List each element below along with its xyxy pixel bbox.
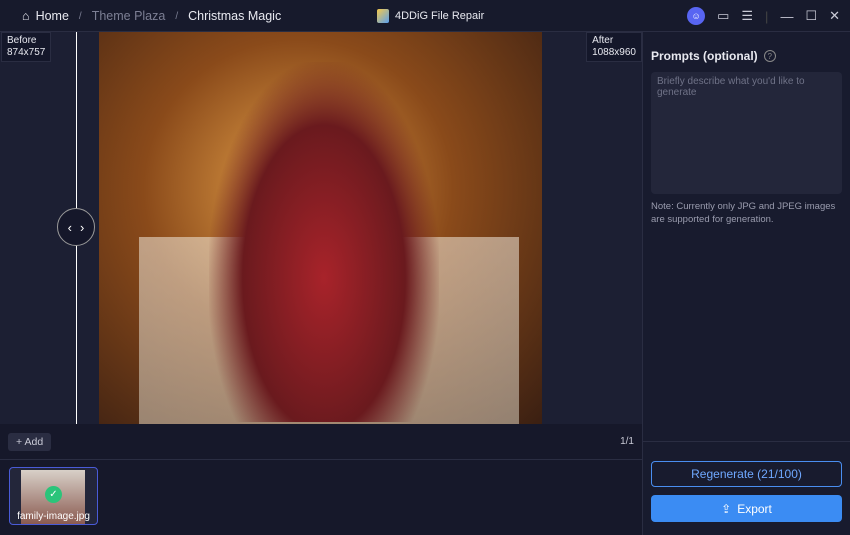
app-logo-icon bbox=[377, 9, 389, 23]
home-icon[interactable]: ⌂ bbox=[22, 9, 30, 23]
help-icon[interactable]: ? bbox=[763, 50, 776, 62]
feedback-icon[interactable]: ▭ bbox=[717, 8, 729, 24]
breadcrumb: ⌂ Home / Theme Plaza / Christmas Magic bbox=[22, 9, 281, 23]
thumbnail-item[interactable]: ✓ family-image.jpg bbox=[9, 467, 98, 525]
minimize-icon[interactable]: — bbox=[780, 9, 793, 24]
divider: | bbox=[765, 8, 769, 24]
close-icon[interactable]: ✕ bbox=[829, 8, 840, 24]
before-tag: Before 874x757 bbox=[1, 32, 52, 62]
compare-canvas: Before 874x757 After 1088x960 ‹ › bbox=[0, 32, 642, 424]
breadcrumb-theme-plaza[interactable]: Theme Plaza bbox=[92, 9, 166, 23]
breadcrumb-home[interactable]: Home bbox=[36, 9, 69, 23]
maximize-icon[interactable]: ☐ bbox=[805, 8, 817, 24]
breadcrumb-current: Christmas Magic bbox=[188, 9, 282, 23]
compare-slider-handle[interactable]: ‹ › bbox=[57, 208, 95, 246]
preview-image bbox=[99, 32, 542, 424]
app-title: 4DDiG File Repair bbox=[377, 9, 484, 23]
prompts-title: Prompts (optional) bbox=[651, 49, 758, 63]
app-title-text: 4DDiG File Repair bbox=[395, 10, 485, 22]
breadcrumb-separator: / bbox=[78, 10, 82, 22]
discord-icon[interactable]: ☺ bbox=[687, 7, 706, 25]
prompt-panel: Prompts (optional)? Note: Currently only… bbox=[642, 32, 850, 535]
format-note: Note: Currently only JPG and JPEG images… bbox=[651, 201, 836, 225]
title-bar: ⌂ Home / Theme Plaza / Christmas Magic 4… bbox=[0, 0, 850, 32]
after-tag: After 1088x960 bbox=[586, 32, 642, 62]
check-icon: ✓ bbox=[45, 486, 62, 503]
breadcrumb-separator: / bbox=[175, 10, 179, 22]
upload-icon: ⇪ bbox=[721, 501, 732, 516]
menu-icon[interactable]: ☰ bbox=[741, 8, 753, 24]
page-count: 1/1 bbox=[620, 436, 634, 447]
chevron-right-icon: › bbox=[80, 219, 85, 235]
add-button[interactable]: + Add bbox=[8, 433, 52, 451]
chevron-left-icon: ‹ bbox=[67, 219, 72, 235]
prompt-input[interactable] bbox=[651, 72, 842, 194]
regenerate-button[interactable]: Regenerate (21/100) bbox=[651, 461, 842, 487]
export-button[interactable]: ⇪ Export bbox=[651, 495, 842, 522]
thumbnail-name: family-image.jpg bbox=[17, 511, 90, 522]
